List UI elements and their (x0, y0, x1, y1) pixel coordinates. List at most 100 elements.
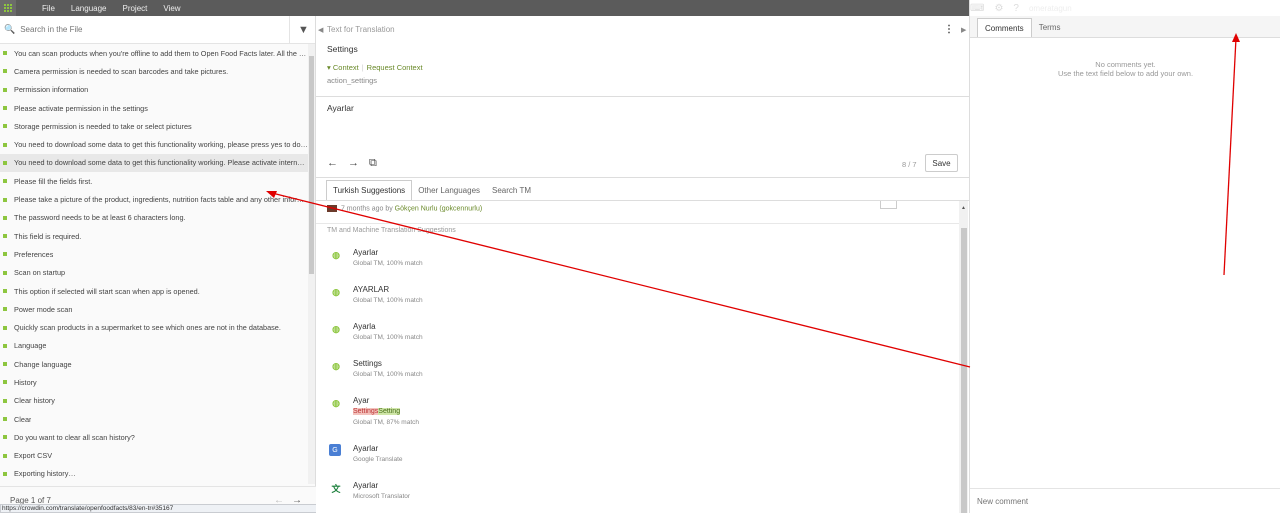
arrow-right-icon[interactable]: → (348, 157, 359, 170)
string-list-item[interactable]: You need to download some data to get th… (0, 153, 308, 173)
string-list-item[interactable]: This field is required. (0, 227, 308, 245)
scroll-up-icon[interactable]: ▲ (961, 205, 966, 211)
gear-icon[interactable]: ⚙ (994, 3, 1003, 14)
string-list-item[interactable]: Preferences (0, 245, 308, 263)
menu-project[interactable]: Project (114, 4, 155, 13)
arrow-left-icon[interactable]: ← (327, 157, 338, 170)
suggestions-scrollbar[interactable]: ▲ (959, 201, 968, 513)
string-list-item[interactable]: Please fill the fields first. (0, 172, 308, 190)
suggestion-source: Google Translate (353, 456, 403, 463)
string-text: Do you want to clear all scan history? (14, 432, 135, 442)
right-tabs: Comments Terms (970, 16, 1280, 38)
collapse-right-icon[interactable]: ▶ (961, 26, 966, 34)
translated-status-icon (3, 362, 7, 367)
string-text: This field is required. (14, 231, 82, 241)
translated-status-icon (3, 197, 7, 202)
string-list-item[interactable]: This option if selected will start scan … (0, 282, 308, 300)
translated-status-icon (3, 252, 7, 257)
apps-grid-icon[interactable] (0, 0, 16, 16)
string-list-item[interactable]: Please activate permission in the settin… (0, 99, 308, 117)
string-list-item[interactable]: The password needs to be at least 6 char… (0, 209, 308, 227)
new-comment-input[interactable] (977, 496, 1267, 506)
string-list-item[interactable]: You can scan products when you're offlin… (0, 44, 308, 62)
global-tm-icon: ◍ (332, 397, 340, 408)
translated-status-icon (3, 160, 7, 165)
translated-status-icon (3, 325, 7, 330)
string-text: Clear history (14, 396, 55, 406)
string-list-item[interactable]: Power mode scan (0, 300, 308, 318)
string-text: Clear (14, 414, 32, 424)
help-icon[interactable]: ? (1013, 3, 1019, 14)
string-list: You can scan products when you're offlin… (0, 44, 308, 484)
suggestion-text: Ayarlar (353, 248, 379, 257)
tab-terms[interactable]: Terms (1032, 18, 1068, 37)
string-text: You need to download some data to get th… (14, 158, 305, 168)
translated-status-icon (3, 69, 7, 74)
tab-comments[interactable]: Comments (977, 18, 1032, 37)
string-list-item[interactable]: Please take a picture of the product, in… (0, 190, 308, 208)
context-toggle[interactable]: ▾ Context (327, 63, 359, 72)
string-list-item[interactable]: Quickly scan products in a supermarket t… (0, 318, 308, 336)
string-text: The password needs to be at least 6 char… (14, 213, 186, 223)
string-list-item[interactable]: Do you want to clear all scan history? (0, 428, 308, 446)
string-list-item[interactable]: Clear history (0, 392, 308, 410)
tab-search-tm[interactable]: Search TM (486, 180, 537, 200)
string-text: You need to download some data to get th… (14, 140, 308, 150)
google-translate-icon: G (329, 444, 341, 456)
previous-translation-meta: 7 months ago by Gökçen Nurlu (gokcennurl… (327, 205, 482, 212)
user-name[interactable]: omeratagun (1029, 4, 1072, 13)
translated-status-icon (3, 51, 7, 56)
string-list-item[interactable]: Scan on startup (0, 264, 308, 282)
translation-input[interactable]: Ayarlar (327, 103, 354, 113)
suggestion-text: Ayarla (353, 322, 376, 331)
global-tm-icon: ◍ (332, 323, 340, 334)
menu-file[interactable]: File (34, 4, 63, 13)
translated-status-icon (3, 380, 7, 385)
vote-box[interactable] (880, 201, 897, 209)
translated-status-icon (3, 417, 7, 422)
translated-status-icon (3, 87, 7, 92)
keyboard-icon[interactable]: ⌨ (970, 3, 984, 14)
string-list-item[interactable]: Camera permission is needed to scan barc… (0, 62, 308, 80)
string-list-item[interactable]: Exporting history… (0, 465, 308, 483)
context-links: ▾ Context | Request Context (327, 63, 423, 72)
collapse-left-icon[interactable]: ◀ (318, 26, 323, 34)
string-text: Storage permission is needed to take or … (14, 121, 192, 131)
save-button[interactable]: Save (925, 154, 958, 172)
string-list-item[interactable]: Storage permission is needed to take or … (0, 117, 308, 135)
source-header: Text for Translation (327, 25, 395, 34)
string-text: Change language (14, 359, 72, 369)
menu-view[interactable]: View (155, 4, 188, 13)
top-menu-bar: File Language Project View ⌨ ⚙ ? omerata… (0, 0, 1280, 16)
translated-status-icon (3, 234, 7, 239)
tab-other-languages[interactable]: Other Languages (412, 180, 486, 200)
string-list-item[interactable]: Clear (0, 410, 308, 428)
string-list-item[interactable]: You need to download some data to get th… (0, 135, 308, 153)
string-list-item[interactable]: Language (0, 337, 308, 355)
filter-icon[interactable]: ▼ (289, 15, 311, 44)
string-list-item[interactable]: History (0, 373, 308, 391)
translated-status-icon (3, 142, 7, 147)
search-input[interactable] (20, 25, 289, 34)
tab-turkish-suggestions[interactable]: Turkish Suggestions (326, 180, 413, 200)
strings-scrollbar[interactable] (308, 44, 315, 484)
no-comments-message: No comments yet. Use the text field belo… (1057, 60, 1194, 78)
main-menu: File Language Project View (34, 4, 189, 13)
string-list-item[interactable]: Permission information (0, 81, 308, 99)
more-options-icon[interactable]: ⋮ (944, 24, 954, 35)
suggestion-source: Microsoft Translator (353, 493, 411, 500)
string-text: Power mode scan (14, 304, 73, 314)
suggestion-text: Ayarlar (353, 481, 379, 490)
suggestion-source: Global TM, 100% match (353, 297, 423, 304)
request-context-link[interactable]: Request Context (367, 63, 423, 72)
source-text: Settings (327, 44, 358, 54)
copy-source-icon[interactable]: ⧉ (369, 157, 377, 170)
string-list-item[interactable]: Export CSV (0, 447, 308, 465)
char-counter: 8 / 7 (902, 160, 917, 169)
translated-status-icon (3, 398, 7, 403)
global-tm-icon: ◍ (332, 249, 340, 260)
search-bar: 🔍 ▼ (0, 15, 315, 44)
string-text: Permission information (14, 85, 89, 95)
menu-language[interactable]: Language (63, 4, 115, 13)
string-list-item[interactable]: Change language (0, 355, 308, 373)
